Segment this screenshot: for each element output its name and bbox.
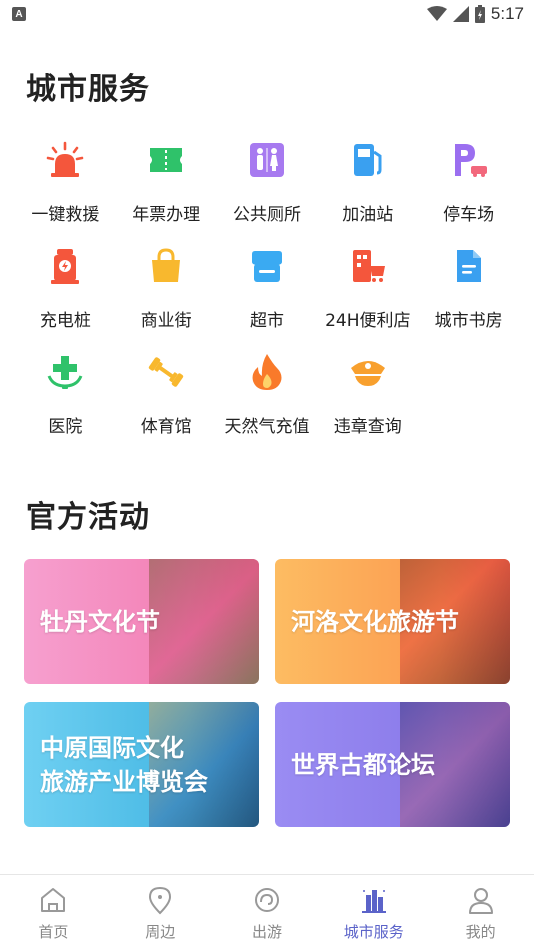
service-natural-gas-topup[interactable]: 天然气充值 (217, 352, 318, 458)
services-section-title: 城市服务 (26, 72, 150, 107)
nav-travel[interactable]: 出游 (214, 875, 321, 950)
service-label: 一键救援 (31, 205, 100, 225)
gas-station-icon (348, 140, 388, 180)
activity-card-heluo-festival[interactable]: 河洛文化旅游节 (275, 559, 510, 684)
service-gymnasium[interactable]: 体育馆 (116, 352, 217, 458)
travel-icon (252, 885, 282, 915)
nav-label: 城市服务 (343, 923, 404, 941)
service-label: 天然气充值 (224, 417, 310, 437)
service-violation-query[interactable]: 违章查询 (317, 352, 418, 458)
signal-icon (452, 6, 469, 22)
nav-label: 首页 (38, 923, 69, 941)
service-public-toilet[interactable]: 公共厕所 (217, 140, 318, 246)
activity-cards: 牡丹文化节 河洛文化旅游节 中原国际文化 旅游产业博览会 世界古都论坛 (24, 559, 510, 827)
card-title: 世界古都论坛 (291, 750, 435, 779)
services-grid: 一键救援 年票办理 公共厕所 加油站 停车场 充电桩 商业街 超市 24H便利店… (15, 140, 519, 458)
activity-card-ancient-capitals-forum[interactable]: 世界古都论坛 (275, 702, 510, 827)
city-buildings-icon (359, 885, 389, 915)
service-label: 商业街 (140, 311, 192, 331)
activities-section-title: 官方活动 (26, 500, 150, 535)
bottom-nav: 首页 周边 出游 城市服务 我的 (0, 874, 534, 950)
service-label: 24H便利店 (325, 311, 411, 331)
home-icon (38, 885, 68, 915)
parking-icon (449, 140, 489, 180)
battery-icon (474, 5, 485, 23)
service-parking[interactable]: 停车场 (418, 140, 519, 246)
service-label: 超市 (249, 311, 284, 331)
activity-card-tourism-expo[interactable]: 中原国际文化 旅游产业博览会 (24, 702, 259, 827)
notification-a-icon: A (12, 7, 26, 21)
convenience-store-icon (348, 246, 388, 286)
charging-pile-icon (45, 246, 85, 286)
service-label: 违章查询 (333, 417, 402, 437)
service-label: 加油站 (342, 205, 394, 225)
nav-nearby[interactable]: 周边 (107, 875, 214, 950)
service-commercial-street[interactable]: 商业街 (116, 246, 217, 352)
flame-icon (247, 352, 287, 392)
card-title: 中原国际文化 旅游产业博览会 (40, 733, 208, 796)
dumbbell-icon (146, 352, 186, 392)
status-bar: A 5:17 (0, 0, 534, 28)
activity-card-peony-festival[interactable]: 牡丹文化节 (24, 559, 259, 684)
service-hospital[interactable]: 医院 (15, 352, 116, 458)
service-convenience-store[interactable]: 24H便利店 (317, 246, 418, 352)
document-icon (449, 246, 489, 286)
service-supermarket[interactable]: 超市 (217, 246, 318, 352)
service-emergency-rescue[interactable]: 一键救援 (15, 140, 116, 246)
supermarket-icon (247, 246, 287, 286)
service-label: 城市书房 (434, 311, 503, 331)
service-gas-station[interactable]: 加油站 (317, 140, 418, 246)
service-label: 医院 (48, 417, 83, 437)
police-cap-icon (348, 352, 388, 392)
location-pin-icon (145, 885, 175, 915)
restroom-icon (247, 140, 287, 180)
nav-label: 出游 (251, 923, 282, 941)
card-title: 河洛文化旅游节 (291, 607, 459, 636)
service-city-library[interactable]: 城市书房 (418, 246, 519, 352)
service-annual-ticket[interactable]: 年票办理 (116, 140, 217, 246)
nav-city-services[interactable]: 城市服务 (320, 875, 427, 950)
nav-home[interactable]: 首页 (0, 875, 107, 950)
nav-mine[interactable]: 我的 (427, 875, 534, 950)
service-label: 体育馆 (140, 417, 192, 437)
service-label: 充电桩 (39, 311, 91, 331)
shopping-bag-icon (146, 246, 186, 286)
card-title: 牡丹文化节 (40, 607, 160, 636)
peony-photo (149, 559, 259, 684)
service-label: 年票办理 (132, 205, 201, 225)
service-label: 公共厕所 (232, 205, 301, 225)
hospital-icon (45, 352, 85, 392)
wifi-icon (426, 6, 447, 21)
ticket-icon (146, 140, 186, 180)
siren-icon (45, 140, 85, 180)
user-icon (466, 885, 496, 915)
status-time: 5:17 (490, 4, 524, 23)
nav-label: 周边 (145, 923, 176, 941)
nav-label: 我的 (465, 923, 496, 941)
service-charging-pile[interactable]: 充电桩 (15, 246, 116, 352)
service-label: 停车场 (443, 205, 495, 225)
